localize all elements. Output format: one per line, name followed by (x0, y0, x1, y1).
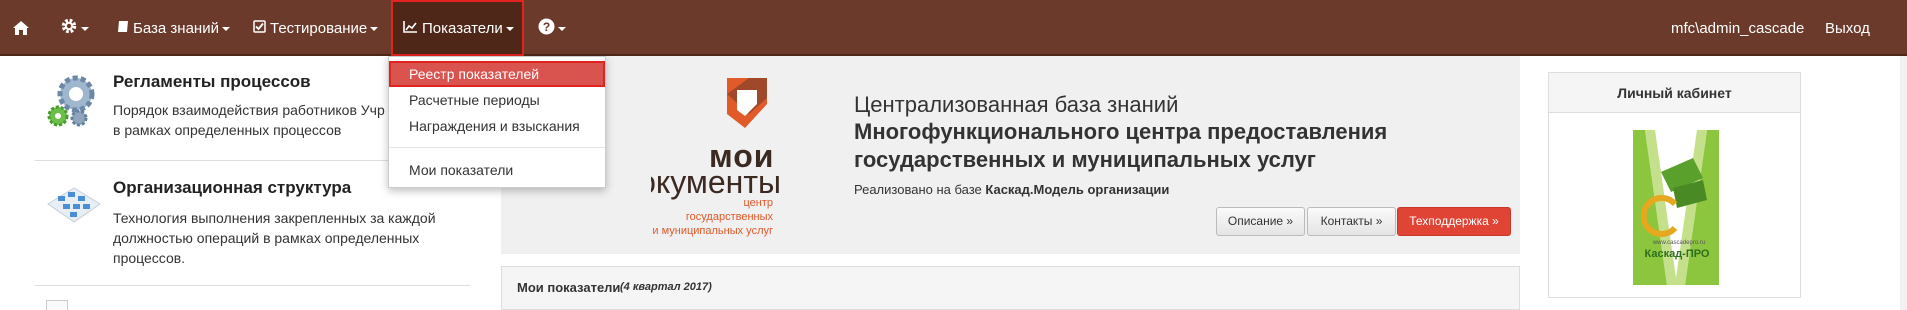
gears-icon (46, 70, 104, 135)
cabinet-title: Личный кабинет (1549, 73, 1800, 113)
menu-indicators-label: Показатели (422, 19, 503, 37)
divider (35, 285, 470, 286)
svg-text:?: ? (543, 20, 550, 34)
banner-based-on: Реализовано на базе Каскад.Модель органи… (854, 182, 1169, 197)
menu-knowledge-base-label: База знаний (133, 19, 219, 37)
settings-menu[interactable] (60, 0, 89, 56)
panel-title: Мои показатели (517, 280, 621, 295)
personal-cabinet-panel: Личный кабинет www.cascadepro.ru Каскад-… (1548, 72, 1801, 298)
logo-text: Каскад-ПРО (1644, 248, 1710, 260)
org-structure-icon (44, 182, 104, 233)
chevron-down-icon (81, 27, 89, 31)
menu-divider (389, 147, 605, 148)
logo-subtitle: центр государственных и муниципальных ус… (652, 197, 773, 237)
chevron-down-icon (370, 27, 379, 31)
list-item-title[interactable]: Регламенты процессов (113, 72, 311, 92)
based-on-name: Каскад.Модель организации (985, 182, 1170, 197)
user-name[interactable]: mfc\admin_cascade (1671, 0, 1804, 56)
banner: мои документы центр государственных и му… (501, 56, 1520, 254)
question-icon: ? (538, 18, 555, 39)
chevron-down-icon (221, 27, 230, 31)
contacts-button[interactable]: Контакты » (1307, 207, 1396, 236)
book-icon (117, 20, 129, 37)
menu-item-calculation-periods[interactable]: Расчетные периоды (389, 87, 605, 113)
moi-dokumenty-logo (719, 74, 775, 141)
menu-testing-label: Тестирование (270, 19, 368, 37)
menu-knowledge-base[interactable]: База знаний (117, 0, 230, 56)
menu-testing[interactable]: Тестирование (253, 0, 379, 56)
support-button[interactable]: Техподдержка » (1397, 207, 1511, 236)
menu-item-indicators-registry[interactable]: Реестр показателей (389, 61, 605, 87)
gear-icon (60, 17, 78, 39)
page-scrollbar[interactable] (1900, 56, 1907, 310)
checkbox-icon (253, 19, 266, 37)
indicators-dropdown: Реестр показателей Расчетные периоды Наг… (388, 56, 606, 188)
panel-period: (4 квартал 2017) (620, 281, 712, 293)
list-item-desc: Технология выполнения закрепленных за ка… (113, 210, 436, 266)
my-indicators-panel: Мои показатели (4 квартал 2017) (501, 266, 1520, 310)
cascade-pro-logo[interactable]: www.cascadepro.ru Каскад-ПРО (1633, 130, 1719, 285)
chevron-down-icon (505, 27, 514, 31)
logo-url: www.cascadepro.ru (1652, 240, 1706, 246)
list-item-title[interactable]: Организационная структура (113, 178, 351, 198)
banner-subheading: Многофункционального центра предоставлен… (854, 119, 1388, 172)
user-name-label: mfc\admin_cascade (1671, 19, 1805, 37)
line-chart-icon (403, 20, 418, 37)
top-navbar: База знаний Тестирование Показатели ? mf… (0, 0, 1907, 56)
help-menu[interactable]: ? (538, 0, 566, 56)
chevron-down-icon (558, 27, 566, 31)
menu-item-rewards-penalties[interactable]: Награждения и взыскания (389, 113, 605, 139)
based-on-prefix: Реализовано на базе (854, 182, 986, 197)
home-icon[interactable] (12, 0, 42, 56)
description-button[interactable]: Описание » (1216, 207, 1305, 236)
logout-link[interactable]: Выход (1825, 0, 1870, 56)
document-icon (46, 300, 68, 310)
menu-item-my-indicators[interactable]: Мои показатели (389, 157, 605, 183)
logout-label: Выход (1825, 19, 1870, 37)
menu-indicators[interactable]: Показатели (391, 0, 524, 56)
banner-heading: Централизованная база знаний (854, 92, 1179, 117)
